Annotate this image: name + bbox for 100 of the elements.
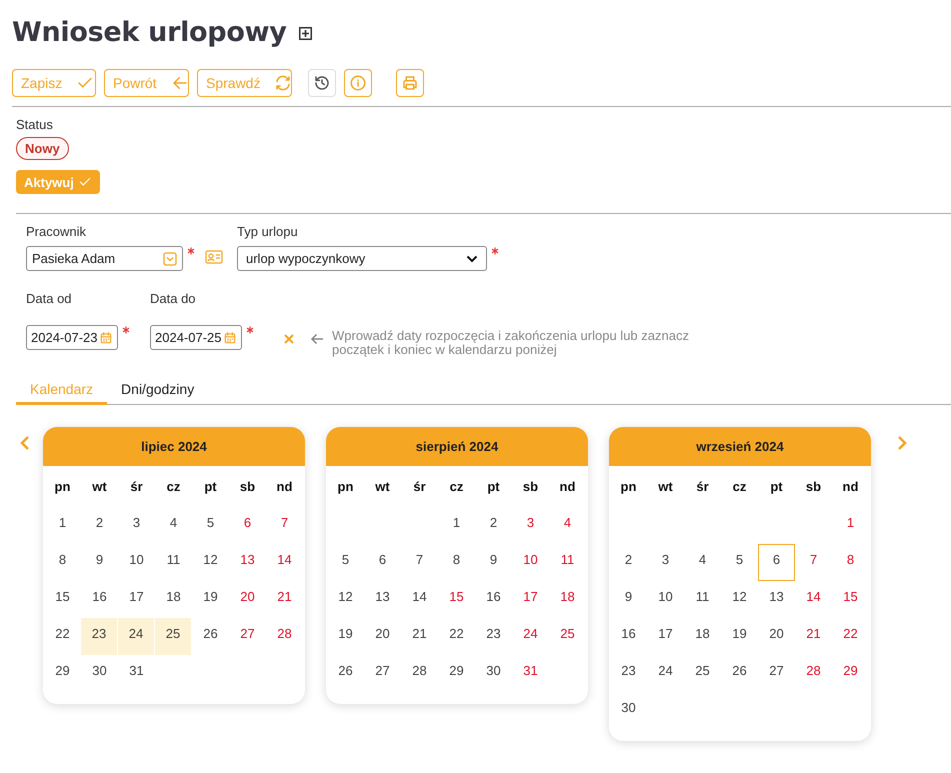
calendar-day[interactable]: 4 [698, 552, 706, 567]
calendar-day[interactable]: 29 [55, 663, 70, 678]
calendar-day[interactable]: 1 [58, 515, 66, 530]
calendar-day[interactable]: 2 [490, 515, 498, 530]
calendar-day[interactable]: 12 [203, 552, 218, 567]
calendar-day[interactable]: 22 [449, 626, 464, 641]
calendar-day[interactable]: 15 [55, 589, 70, 604]
calendar-day[interactable]: 16 [92, 589, 107, 604]
calendar-day[interactable]: 3 [526, 515, 534, 530]
calendar-day[interactable]: 19 [732, 626, 747, 641]
calendar-day[interactable]: 25 [560, 626, 575, 641]
calendar-day[interactable]: 29 [843, 663, 858, 678]
calendar-day[interactable]: 22 [55, 626, 70, 641]
calendar-day[interactable]: 27 [769, 663, 784, 678]
calendar-day[interactable]: 26 [732, 663, 747, 678]
info-button[interactable] [344, 69, 372, 97]
calendar-day[interactable]: 14 [412, 589, 427, 604]
contact-card-icon[interactable] [205, 250, 223, 264]
date-field[interactable]: 2024-07-23 [26, 325, 118, 350]
calendar-day[interactable]: 8 [58, 552, 66, 567]
calendar-day[interactable]: 18 [166, 589, 181, 604]
calendar-day[interactable]: 21 [277, 589, 292, 604]
calendar-day[interactable]: 28 [806, 663, 821, 678]
calendar-day[interactable]: 27 [240, 626, 255, 641]
calendar-day[interactable]: 21 [412, 626, 427, 641]
employee-field[interactable]: Pasieka Adam [26, 246, 183, 271]
calendar-day[interactable]: 6 [244, 515, 252, 530]
calendar-day[interactable]: 11 [166, 552, 180, 567]
calendar-day[interactable]: 13 [240, 552, 255, 567]
calendar-day[interactable]: 5 [342, 552, 350, 567]
calendar-day[interactable]: 25 [695, 663, 710, 678]
clear-icon[interactable] [284, 334, 294, 344]
calendar-day[interactable]: 7 [416, 552, 424, 567]
calendar-day[interactable]: 9 [624, 589, 632, 604]
calendar-day[interactable]: 17 [129, 589, 144, 604]
calendar-day[interactable]: 24 [523, 626, 538, 641]
calendar-day[interactable]: 26 [203, 626, 218, 641]
print-button[interactable] [396, 69, 424, 97]
calendar-day[interactable]: 16 [621, 626, 636, 641]
calendar-day[interactable]: 10 [523, 552, 538, 567]
calendar-day[interactable]: 2 [96, 515, 104, 530]
calendar-day[interactable]: 11 [696, 589, 710, 604]
calendar-day[interactable]: 23 [486, 626, 501, 641]
calendar-day[interactable]: 15 [449, 589, 464, 604]
calendar-day[interactable]: 17 [658, 626, 673, 641]
calendar-day[interactable]: 14 [806, 589, 821, 604]
calendar-day[interactable]: 20 [240, 589, 255, 604]
date-field[interactable]: 2024-07-25 [150, 325, 242, 350]
expand-icon[interactable] [298, 26, 312, 40]
calendar-day[interactable]: 12 [732, 589, 747, 604]
calendar-day[interactable]: 10 [129, 552, 144, 567]
calendar-day[interactable]: 25 [166, 626, 180, 641]
calendar-day[interactable]: 30 [486, 663, 501, 678]
calendar-day[interactable]: 5 [206, 515, 214, 530]
calendar-day[interactable]: 5 [736, 552, 744, 567]
calendar-day[interactable]: 1 [846, 515, 854, 530]
calendar-day[interactable]: 8 [846, 552, 854, 567]
calendar-day[interactable]: 24 [658, 663, 673, 678]
calendar-day[interactable]: 29 [449, 663, 464, 678]
previous-icon[interactable] [20, 435, 30, 451]
calendar-day[interactable]: 4 [170, 515, 178, 530]
calendar-day[interactable]: 14 [277, 552, 292, 567]
tab[interactable]: Dni/godziny [107, 377, 208, 405]
calendar-day[interactable]: 27 [375, 663, 390, 678]
calendar-day[interactable]: 7 [280, 515, 288, 530]
calendar-day[interactable]: 1 [452, 515, 460, 530]
calendar-day[interactable]: 17 [523, 589, 538, 604]
calendar-day[interactable]: 12 [338, 589, 353, 604]
calendar-day[interactable]: 15 [843, 589, 858, 604]
calendar-day[interactable]: 10 [658, 589, 673, 604]
calendar-day[interactable]: 9 [490, 552, 498, 567]
calendar-day[interactable]: 30 [92, 663, 107, 678]
calendar-day[interactable]: 21 [806, 626, 821, 641]
calendar-day[interactable]: 16 [486, 589, 501, 604]
calendar-day[interactable]: 26 [338, 663, 353, 678]
calendar-day[interactable]: 3 [662, 552, 670, 567]
calendar-day[interactable]: 18 [695, 626, 710, 641]
calendar-day[interactable]: 23 [621, 663, 636, 678]
calendar-day[interactable]: 24 [128, 626, 144, 641]
calendar-day[interactable]: 28 [412, 663, 427, 678]
calendar-day[interactable]: 30 [621, 700, 636, 715]
calendar-day[interactable]: 2 [624, 552, 632, 567]
calendar-day[interactable]: 3 [132, 515, 140, 530]
calendar-day[interactable]: 31 [523, 663, 538, 678]
calendar-day[interactable]: 6 [772, 552, 780, 567]
calendar-day[interactable]: 20 [769, 626, 784, 641]
calendar-day[interactable]: 20 [375, 626, 390, 641]
calendar-day[interactable]: 7 [810, 552, 818, 567]
calendar-day[interactable]: 8 [452, 552, 460, 567]
calendar-day[interactable]: 22 [843, 626, 858, 641]
calendar-day[interactable]: 9 [96, 552, 104, 567]
leave-type-select[interactable]: urlop wypoczynkowy [237, 246, 487, 271]
calendar-day[interactable]: 19 [338, 626, 353, 641]
calendar-day[interactable]: 28 [277, 626, 292, 641]
calendar-day[interactable]: 31 [129, 663, 144, 678]
calendar-day[interactable]: 18 [560, 589, 575, 604]
calendar-day[interactable]: 13 [769, 589, 784, 604]
next-icon[interactable] [897, 435, 907, 451]
calendar-day[interactable]: 6 [378, 552, 386, 567]
calendar-day[interactable]: 4 [564, 515, 572, 530]
